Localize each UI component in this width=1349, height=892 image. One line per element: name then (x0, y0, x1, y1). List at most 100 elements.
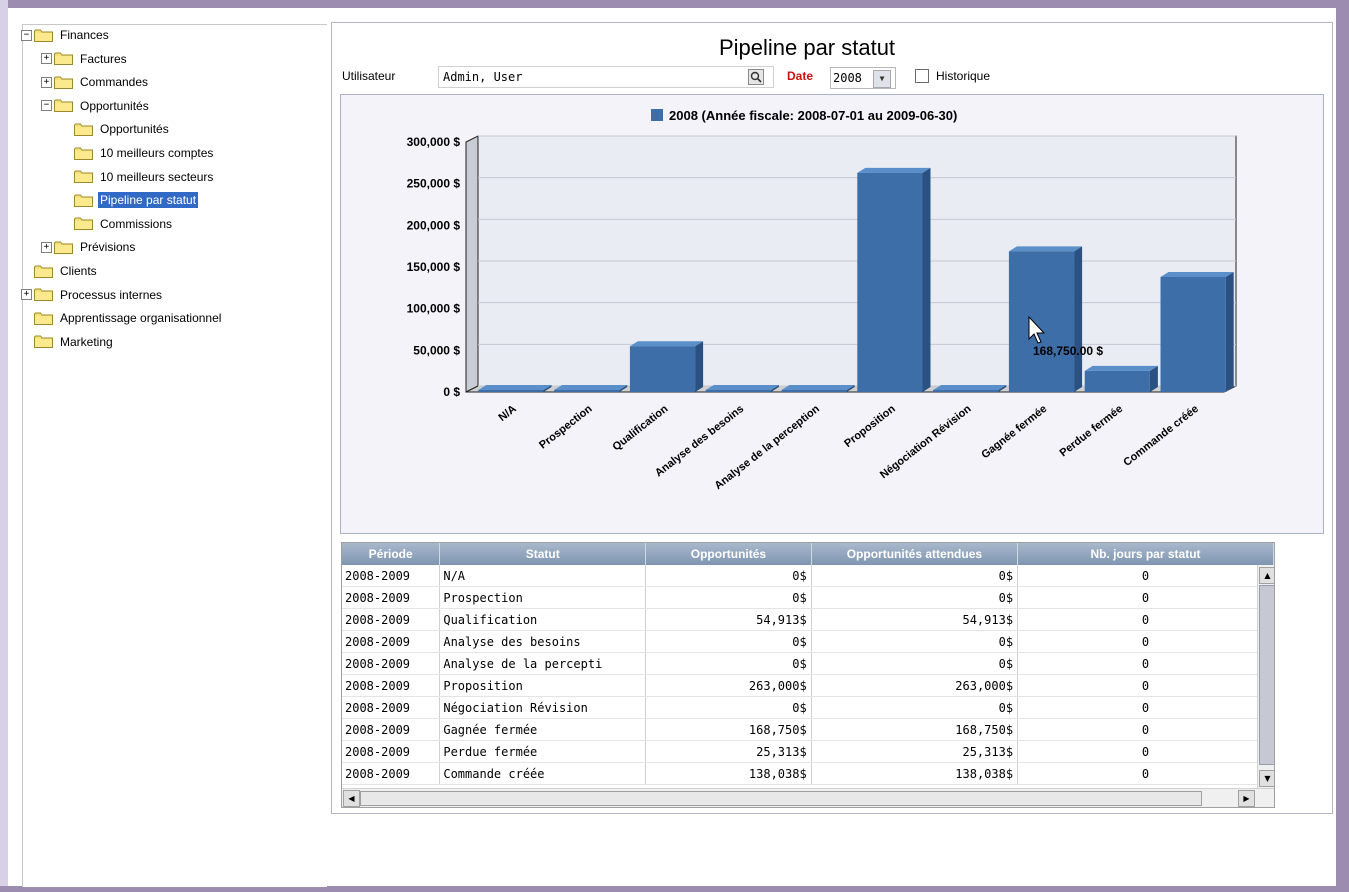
bar[interactable] (478, 390, 544, 392)
date-label: Date (787, 69, 814, 83)
bar[interactable] (857, 172, 923, 392)
date-select[interactable]: 2008 ▼ (830, 67, 896, 89)
bar-top (857, 167, 931, 173)
search-icon[interactable] (748, 69, 764, 85)
tree-item[interactable]: − Opportunités (41, 96, 151, 116)
expand-icon[interactable]: + (21, 289, 32, 301)
scroll-right-icon[interactable]: ▶ (1238, 790, 1255, 807)
column-header[interactable]: Statut (439, 543, 647, 565)
history-checkbox[interactable] (915, 69, 929, 83)
bar-side (922, 167, 931, 392)
table-cell: 0$ (645, 630, 812, 653)
table-row[interactable]: 2008-2009 Négociation Révision 0$ 0$ 0 (342, 696, 1274, 719)
table-row[interactable]: 2008-2009 N/A 0$ 0$ 0 (342, 565, 1274, 587)
tree-item[interactable]: Clients (34, 261, 99, 281)
table-row[interactable]: 2008-2009 Prospection 0$ 0$ 0 (342, 586, 1274, 609)
scroll-left-icon[interactable]: ◀ (343, 790, 360, 807)
bar[interactable] (933, 390, 999, 392)
bar[interactable] (1160, 276, 1226, 392)
page-title: Pipeline par statut (718, 35, 896, 60)
table-row[interactable]: 2008-2009 Qualification 54,913$ 54,913$ 0 (342, 608, 1274, 631)
tree-item[interactable]: − Finances (21, 25, 111, 45)
table-cell: Commande créée (439, 762, 647, 785)
folder-icon (74, 123, 93, 136)
x-tick-label: Proposition (842, 403, 898, 450)
table-cell: Analyse de la percepti (439, 652, 647, 675)
tree-item-label: 10 meilleurs secteurs (100, 169, 214, 184)
bar[interactable] (629, 346, 696, 392)
tree-item[interactable]: Commissions (74, 214, 174, 234)
table-row[interactable]: 2008-2009 Perdue fermée 25,313$ 25,313$ 0 (342, 740, 1274, 763)
column-header[interactable]: Opportunités (645, 543, 812, 565)
folder-icon (34, 29, 53, 42)
chart-side-wall (465, 135, 479, 393)
table-cell: 0 (1017, 630, 1274, 653)
table-cell: 168,750$ (645, 718, 812, 741)
y-tick-label: 150,000 $ (407, 260, 461, 274)
expand-icon[interactable]: + (41, 53, 52, 65)
column-header[interactable]: Opportunités attendues (811, 543, 1019, 565)
table-cell: 263,000$ (645, 674, 812, 697)
tree-item[interactable]: Pipeline par statut (74, 190, 199, 210)
tree-item[interactable]: Marketing (34, 332, 115, 352)
table-cell: 0 (1017, 565, 1274, 587)
column-header[interactable]: Nb. jours par statut (1017, 543, 1274, 565)
scroll-down-icon[interactable]: ▼ (1259, 770, 1274, 787)
user-field[interactable]: Admin, User (438, 66, 774, 88)
bar[interactable] (781, 390, 847, 392)
x-tick-label: N/A (496, 403, 518, 424)
tree-item[interactable]: Opportunités (74, 119, 171, 139)
tree-item[interactable]: + Factures (41, 49, 129, 69)
tree-item[interactable]: 10 meilleurs secteurs (74, 167, 215, 187)
table-cell: 263,000$ (811, 674, 1019, 697)
bar[interactable] (705, 390, 771, 392)
bar-top (781, 385, 855, 390)
chevron-down-icon[interactable]: ▼ (873, 70, 891, 88)
table-cell: 168,750$ (811, 718, 1019, 741)
bar[interactable] (554, 390, 620, 392)
bar-top (1084, 365, 1158, 371)
collapse-icon[interactable]: − (41, 100, 52, 112)
bar[interactable] (1008, 251, 1075, 392)
tree-item[interactable]: + Prévisions (41, 237, 137, 257)
vertical-scroll-thumb[interactable] (1259, 585, 1274, 765)
table-cell: 2008-2009 (342, 608, 441, 631)
vertical-scrollbar[interactable]: ▲ ▼ (1257, 565, 1274, 795)
x-tick-label: Perdue fermée (1058, 403, 1126, 460)
table-row[interactable]: 2008-2009 Gagnée fermée 168,750$ 168,750$ 0 (342, 718, 1274, 741)
table-row[interactable]: 2008-2009 Proposition 263,000$ 263,000$ 0 (342, 674, 1274, 697)
tooltip-value: 168,750.00 $ (1033, 344, 1103, 358)
folder-icon (34, 288, 53, 302)
folder-icon (54, 76, 73, 89)
expand-icon[interactable]: + (41, 76, 52, 88)
x-tick-label: Prospection (537, 403, 595, 452)
table-cell: 0$ (645, 586, 812, 609)
table-cell: 0 (1017, 696, 1274, 719)
collapse-icon[interactable]: − (21, 29, 32, 41)
bar-side (695, 341, 704, 392)
table-row[interactable]: 2008-2009 Commande créée 138,038$ 138,038$ 0 (342, 762, 1274, 785)
table-cell: Négociation Révision (439, 696, 647, 719)
expand-icon[interactable]: + (41, 241, 52, 253)
horizontal-scroll-thumb[interactable] (360, 791, 1202, 806)
legend-label: 2008 (Année fiscale: 2008-07-01 au 2009-… (669, 108, 957, 123)
tree-item[interactable]: + Commandes (41, 72, 150, 92)
table-row[interactable]: 2008-2009 Analyse des besoins 0$ 0$ 0 (342, 630, 1274, 653)
folder-icon (54, 52, 73, 66)
pipeline-chart: 300,000 $ 250,000 $ 200,000 $ 150,000 $ 100,… (407, 108, 1237, 492)
tree-item[interactable]: Apprentissage organisationnel (34, 308, 223, 328)
column-header[interactable]: Période (342, 543, 441, 565)
table-row[interactable]: 2008-2009 Analyse de la percepti 0$ 0$ 0 (342, 652, 1274, 675)
window-frame-left (0, 0, 8, 892)
table-cell: 2008-2009 (342, 762, 441, 785)
scroll-up-icon[interactable]: ▲ (1259, 567, 1274, 584)
x-tick-label: Gagnée fermée (979, 403, 1049, 461)
table-cell: 54,913$ (811, 608, 1019, 631)
horizontal-scrollbar[interactable]: ◀ ▶ (342, 788, 1274, 807)
bar[interactable] (1084, 370, 1150, 392)
pipeline-table: Période Statut Opportunités Opportunités at… (341, 542, 1275, 808)
window-frame-top (0, 0, 1349, 8)
tree-item[interactable]: + Processus internes (21, 285, 164, 305)
chart-panel: 300,000 $ 250,000 $ 200,000 $ 150,000 $ 100,… (340, 94, 1324, 534)
tree-item[interactable]: 10 meilleurs comptes (74, 143, 215, 163)
